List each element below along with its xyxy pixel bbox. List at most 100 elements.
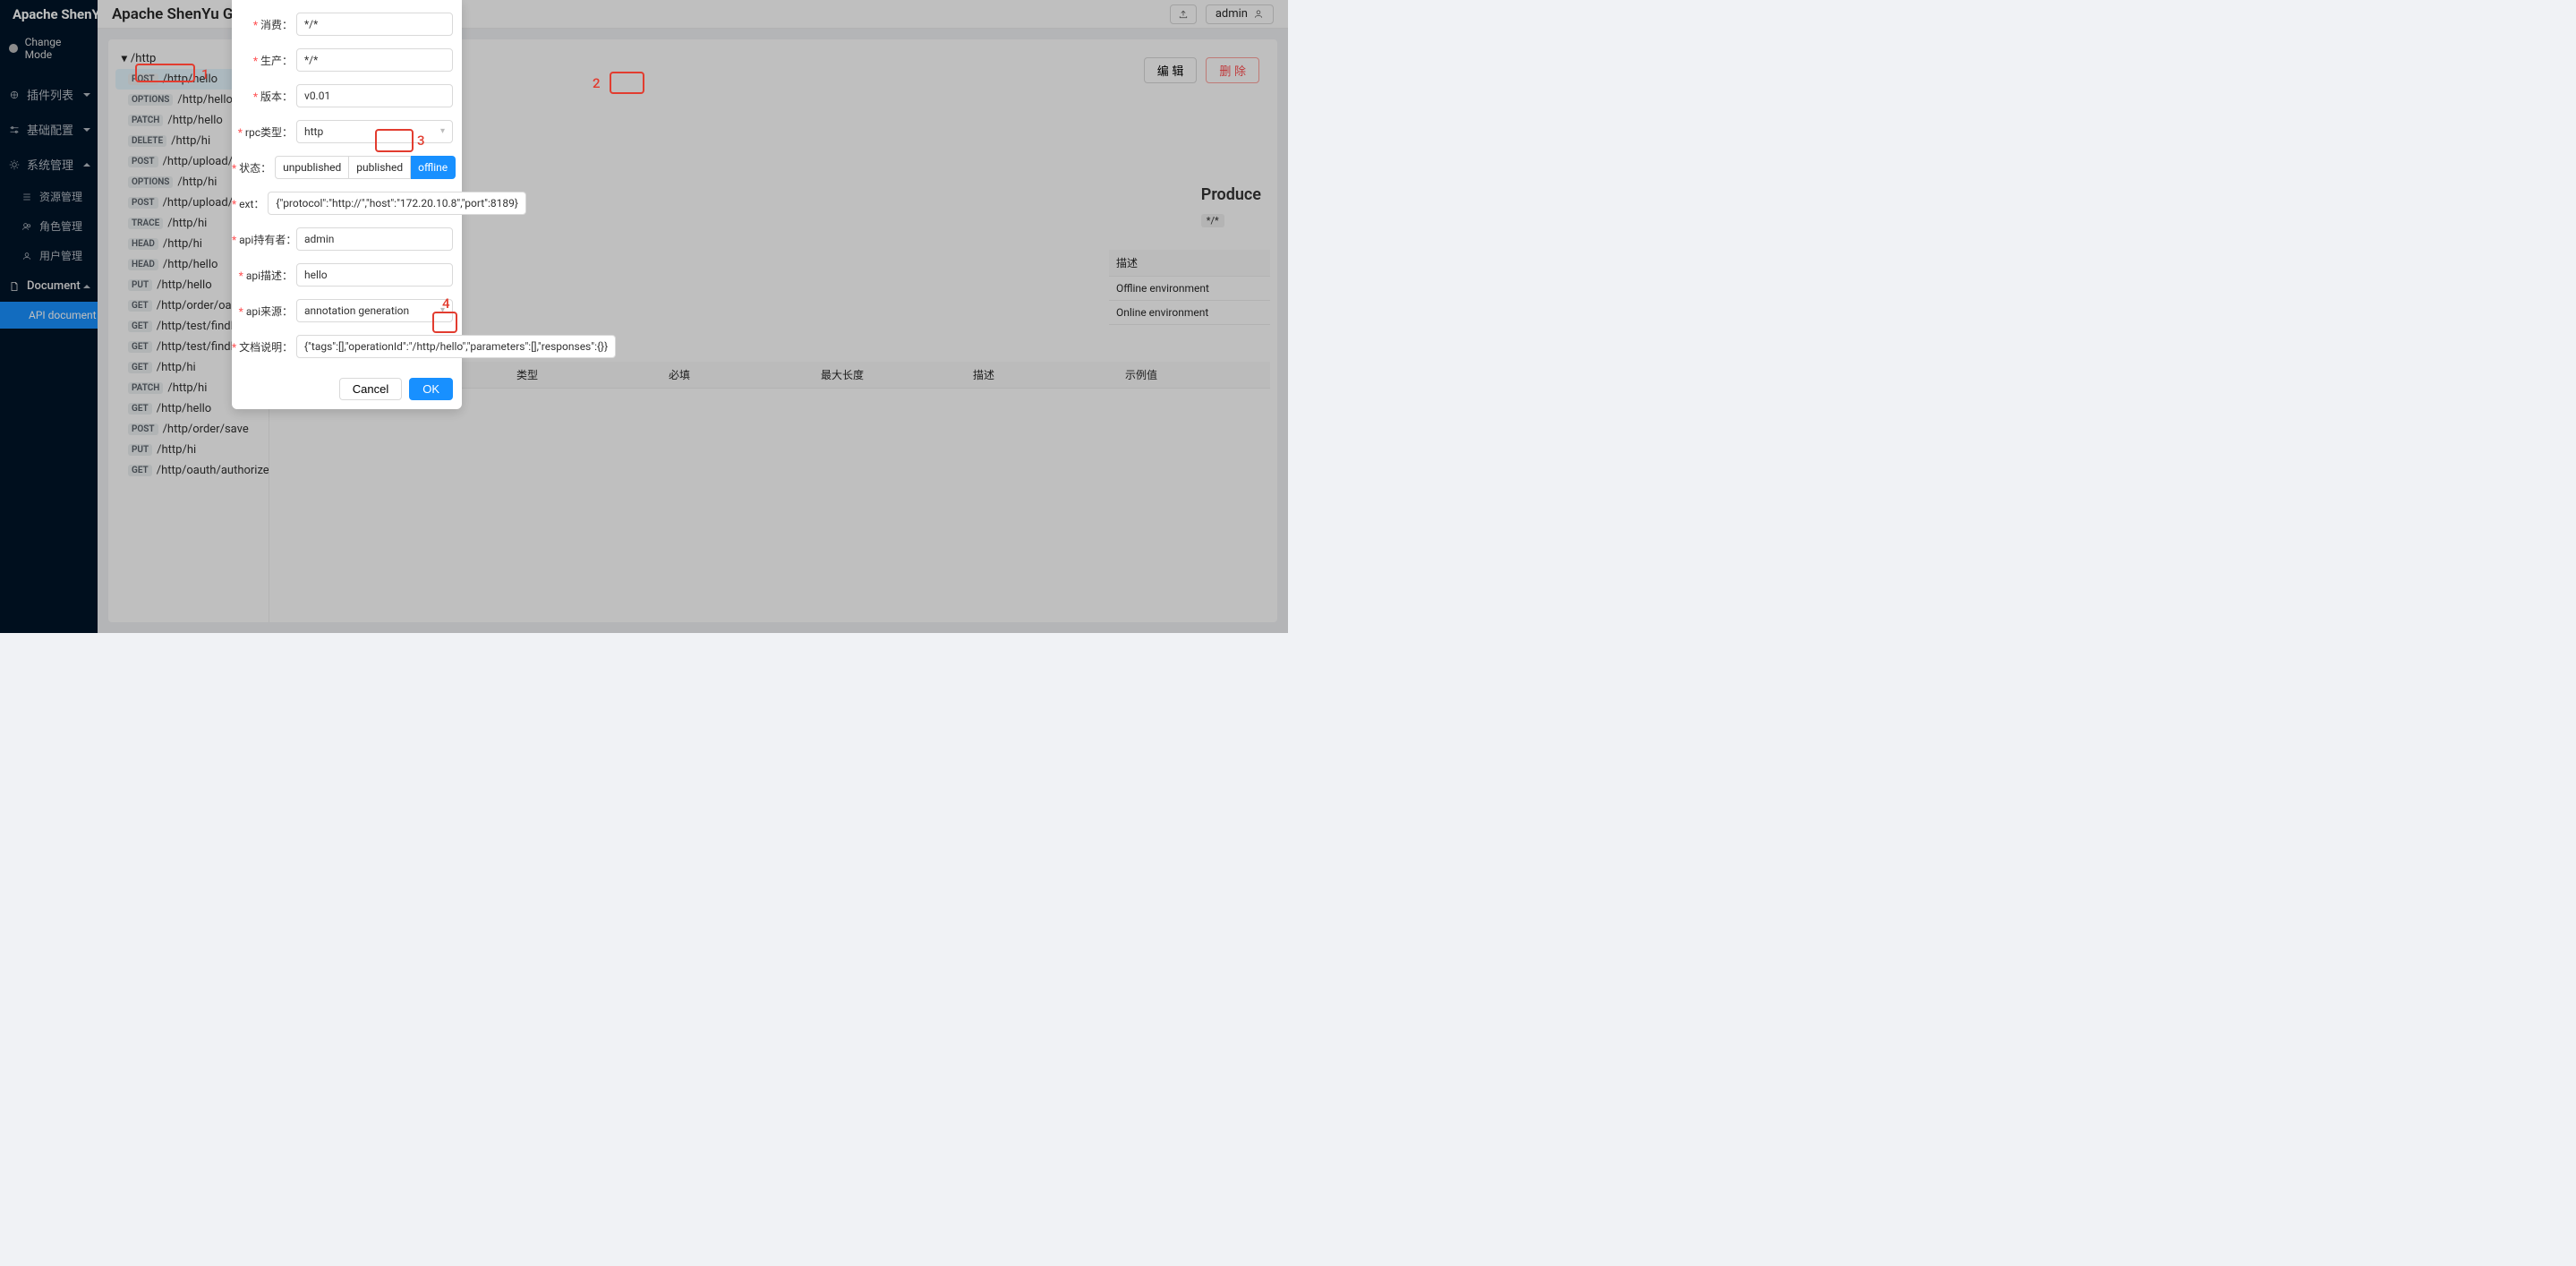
state-published[interactable]: published [349, 156, 411, 179]
api-path: /http/order/save [163, 423, 249, 436]
label-ext: ext： [232, 196, 268, 211]
produce-input[interactable]: */* [296, 48, 453, 72]
col-example: 示例值 [1118, 362, 1270, 389]
api-path: /http/hello [157, 278, 211, 292]
api-path: /http/hi [167, 217, 207, 230]
api-path: /http/hello [167, 114, 222, 127]
theme-toggle-icon [9, 44, 18, 53]
method-tag: GET [128, 341, 152, 353]
chevron-down-icon: ▾ [440, 124, 445, 139]
col-maxlen: 最大长度 [814, 362, 966, 389]
user-button[interactable]: admin [1206, 4, 1274, 24]
submenu-user-manage[interactable]: 用户管理 [0, 241, 98, 270]
api-source-select[interactable]: annotation generation ▾ [296, 299, 453, 322]
api-path: /http/hi [167, 381, 207, 395]
api-path: /http/hi [171, 134, 210, 148]
file-icon [9, 281, 20, 292]
ext-input[interactable]: {"protocol":"http://","host":"172.20.10.… [268, 192, 526, 215]
api-owner-input[interactable]: admin [296, 227, 453, 251]
export-icon [1178, 9, 1189, 20]
label-version: 版本： [232, 89, 296, 104]
user-icon [21, 251, 32, 261]
section-title: Produce [1201, 185, 1261, 204]
api-path: /http/hello [163, 258, 218, 271]
method-tag: GET [128, 465, 152, 476]
ok-button[interactable]: OK [409, 378, 453, 400]
api-path: /http/hi [163, 237, 202, 251]
rpc-type-select[interactable]: http ▾ [296, 120, 453, 143]
annotation-num-2: 2 [593, 75, 601, 91]
modal-footer: Cancel OK [232, 371, 462, 400]
caret-down-icon: ▶ [119, 56, 128, 62]
param-table-header: 名称 类型 必填 最大长度 描述 示例值 [357, 362, 1270, 389]
edit-api-modal: 消费： */* 生产： */* 版本： v0.01 rpc类型： http ▾ … [232, 0, 462, 409]
method-tag: GET [128, 321, 152, 332]
api-desc-input[interactable]: hello [296, 263, 453, 287]
submenu-role-manage[interactable]: 角色管理 [0, 211, 98, 241]
version-input[interactable]: v0.01 [296, 84, 453, 107]
method-tag: PATCH [128, 115, 163, 126]
doc-desc-input[interactable]: {"tags":[],"operationId":"/http/hello","… [296, 335, 616, 358]
method-tag: OPTIONS [128, 176, 173, 188]
menu-system-manage[interactable]: 系统管理 [0, 147, 98, 182]
state-offline[interactable]: offline [411, 156, 456, 179]
state-radio-group: unpublished published offline [275, 156, 456, 179]
state-unpublished[interactable]: unpublished [275, 156, 349, 179]
change-mode-label: Change Mode [25, 36, 89, 61]
tree-item[interactable]: PUT/http/hi [115, 440, 269, 460]
method-tag: PUT [128, 444, 152, 456]
method-tag: OPTIONS [128, 94, 173, 106]
submenu-resource-manage[interactable]: 资源管理 [0, 182, 98, 211]
user-icon [1253, 9, 1264, 20]
col-type: 类型 [509, 362, 661, 389]
method-tag: POST [128, 197, 158, 209]
sidebar-menu: 插件列表 基础配置 系统管理 资源管理 角色管理 用户管理 Document [0, 77, 98, 329]
annotation-num-4: 4 [442, 295, 450, 312]
delete-button[interactable]: 删 除 [1206, 57, 1259, 83]
menu-plugin-list[interactable]: 插件列表 [0, 77, 98, 112]
col-desc: 描述 [966, 362, 1118, 389]
label-api-source: api来源： [232, 304, 296, 319]
col-required: 必填 [661, 362, 814, 389]
api-path: /http/hello [163, 73, 218, 86]
tree-item[interactable]: POST/http/order/save [115, 419, 269, 440]
mime-tag: */* [1201, 214, 1224, 227]
column-desc: 描述 [1109, 250, 1270, 277]
consume-input[interactable]: */* [296, 13, 453, 36]
label-rpc-type: rpc类型： [232, 124, 296, 140]
list-icon [21, 192, 32, 202]
api-path: /http/hello [177, 93, 232, 107]
method-tag: GET [128, 300, 152, 312]
api-path: /http/hi [157, 361, 196, 374]
method-tag: TRACE [128, 218, 163, 229]
method-tag: PUT [128, 279, 152, 291]
change-mode[interactable]: Change Mode [0, 29, 98, 68]
menu-document[interactable]: Document [0, 270, 98, 302]
menu-basic-config[interactable]: 基础配置 [0, 112, 98, 147]
user-label: admin [1215, 7, 1248, 21]
submenu-api-document[interactable]: API document [0, 302, 98, 329]
api-path: /http/hello [157, 402, 211, 415]
method-tag: HEAD [128, 238, 158, 250]
table-row: Online environment [1109, 301, 1270, 325]
api-path: /http/hi [157, 443, 196, 457]
api-path: /http/hi [177, 175, 217, 189]
method-tag: POST [128, 423, 158, 435]
users-icon [21, 221, 32, 232]
method-tag: HEAD [128, 259, 158, 270]
annotation-num-1: 1 [201, 66, 209, 82]
method-tag: GET [128, 362, 152, 373]
method-tag: DELETE [128, 135, 166, 147]
cancel-button[interactable]: Cancel [339, 378, 402, 400]
edit-button[interactable]: 编 辑 [1144, 57, 1198, 83]
method-tag: GET [128, 403, 152, 415]
grid-icon [9, 90, 20, 100]
table-row: Offline environment [1109, 277, 1270, 301]
method-tag: POST [128, 156, 158, 167]
label-consume: 消费： [232, 17, 296, 32]
label-api-desc: api描述： [232, 268, 296, 283]
export-button[interactable] [1170, 4, 1197, 24]
sidebar: Apache ShenYu Change Mode 插件列表 基础配置 系统管理… [0, 0, 98, 633]
method-tag: POST [128, 73, 158, 85]
tree-item[interactable]: GET/http/oauth/authorize [115, 460, 269, 481]
